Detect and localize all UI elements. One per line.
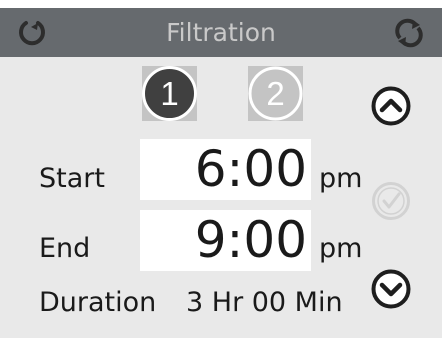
program-2-tab[interactable]: 2: [248, 66, 303, 121]
start-time-value: 6:00: [194, 140, 307, 198]
end-label: End: [39, 233, 91, 264]
duration-value: 3 Hr 00 Min: [186, 287, 343, 318]
program-1-label: 1: [160, 75, 178, 112]
header-bar: Filtration: [0, 8, 442, 57]
end-time-value: 9:00: [194, 211, 307, 269]
end-time-field[interactable]: 9:00: [140, 210, 311, 271]
program-2-label: 2: [266, 75, 284, 112]
refresh-arrows-icon[interactable]: [393, 18, 423, 48]
chevron-up-circle-icon: [371, 86, 411, 126]
chevron-down-circle-icon: [371, 269, 411, 309]
check-circle-icon: [372, 182, 410, 220]
end-time-unit: pm: [319, 233, 363, 264]
start-time-unit: pm: [319, 163, 363, 194]
scroll-up-button[interactable]: [371, 86, 411, 126]
top-strip: [0, 0, 442, 8]
scroll-down-button[interactable]: [371, 269, 411, 309]
start-time-field[interactable]: 6:00: [140, 139, 311, 200]
duration-label: Duration: [39, 287, 157, 318]
filtration-screen: Filtration 1 2 Start 6:00 pm End 9:00 pm…: [0, 0, 442, 338]
page-title: Filtration: [166, 18, 276, 47]
confirm-button[interactable]: [371, 181, 411, 221]
start-label: Start: [39, 163, 105, 194]
program-1-tab[interactable]: 1: [142, 66, 197, 121]
